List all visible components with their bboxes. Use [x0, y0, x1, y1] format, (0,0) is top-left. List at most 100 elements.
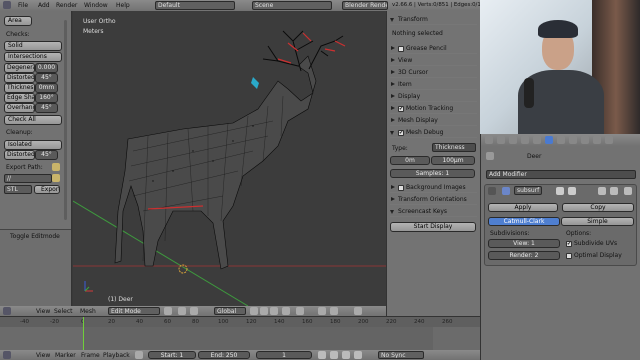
up-arrow-icon[interactable]	[598, 187, 606, 195]
browse-icon[interactable]	[52, 174, 60, 182]
data-tab-icon[interactable]	[557, 136, 565, 144]
face-select-icon[interactable]	[270, 307, 278, 315]
optimal-display-option[interactable]: Optimal Display	[566, 252, 622, 259]
subdivide-uvs-option[interactable]: ✔ Subdivide UVs	[566, 240, 617, 247]
panel-grease-pencil[interactable]: Grease Pencil	[390, 43, 477, 54]
screen-layout-select[interactable]: Default	[155, 1, 235, 10]
orientation-select[interactable]: Global	[214, 307, 246, 315]
timeline-menu-marker[interactable]: Marker	[55, 352, 76, 359]
panel-motion-tracking[interactable]: ✔ Motion Tracking	[390, 103, 477, 114]
jump-end-icon[interactable]	[354, 351, 362, 359]
render-levels-field[interactable]: Render: 2	[488, 251, 560, 260]
proportional-icon[interactable]	[296, 307, 304, 315]
menu-help[interactable]: Help	[116, 2, 130, 9]
thickness-value[interactable]: 0mm	[35, 83, 58, 93]
shading-icon[interactable]	[164, 307, 172, 315]
viewport-toggle-icon[interactable]	[568, 187, 576, 195]
render-preview-icon[interactable]	[354, 307, 362, 315]
record-icon[interactable]	[135, 351, 143, 359]
intersections-button[interactable]: Intersections	[4, 52, 62, 62]
overhang-value[interactable]: 45°	[35, 103, 58, 113]
render-tab-icon[interactable]	[485, 136, 493, 144]
view3d-editor-icon[interactable]	[3, 307, 11, 315]
panel-screencast-keys[interactable]: Screencast Keys	[390, 206, 477, 217]
check-all-button[interactable]: Check All	[4, 115, 62, 125]
distorted-cleanup-button[interactable]: Distorted	[4, 150, 35, 160]
edge-sharp-button[interactable]: Edge Sha	[4, 93, 35, 103]
menu-mesh[interactable]: Mesh	[80, 308, 96, 315]
timeline-menu-view[interactable]: View	[36, 352, 50, 359]
distorted-cleanup-value[interactable]: 45°	[35, 150, 58, 160]
jump-start-icon[interactable]	[318, 351, 326, 359]
editor-type-icon[interactable]	[3, 1, 11, 9]
view-levels-field[interactable]: View: 1	[488, 239, 560, 248]
apply-button[interactable]: Apply	[488, 203, 558, 212]
edge-sharp-value[interactable]: 160°	[35, 93, 58, 103]
timeline[interactable]: -40 -20 0 20 40 60 80 100 120 140 160 18…	[0, 316, 480, 351]
thickness-button[interactable]: Thicknes	[4, 83, 35, 93]
format-select[interactable]: STL	[4, 185, 32, 194]
panel-3d-cursor[interactable]: 3D Cursor	[390, 67, 477, 78]
current-frame-line[interactable]	[83, 317, 84, 351]
timeline-menu-frame[interactable]: Frame	[81, 352, 100, 359]
snap-icon[interactable]	[318, 307, 326, 315]
isolated-button[interactable]: Isolated	[4, 140, 62, 150]
world-tab-icon[interactable]	[509, 136, 517, 144]
particles-tab-icon[interactable]	[593, 136, 601, 144]
render-toggle-icon[interactable]	[556, 187, 564, 195]
background-images-checkbox[interactable]	[398, 184, 404, 191]
end-frame-field[interactable]: End: 250	[198, 351, 250, 359]
panel-mesh-display[interactable]: Mesh Display	[390, 115, 477, 126]
scene-select[interactable]: Scene	[252, 1, 332, 10]
menu-file[interactable]: File	[18, 2, 28, 9]
material-tab-icon[interactable]	[569, 136, 577, 144]
render-engine-select[interactable]: Blender Render	[342, 1, 388, 10]
simple-button[interactable]: Simple	[561, 217, 634, 226]
solid-button[interactable]: Solid	[4, 41, 62, 51]
export-path-field[interactable]: //	[4, 174, 52, 183]
menu-view[interactable]: View	[36, 308, 50, 315]
vertex-select-icon[interactable]	[250, 307, 258, 315]
samples-field[interactable]: Samples: 1	[390, 169, 475, 178]
motion-tracking-checkbox[interactable]: ✔	[398, 105, 404, 112]
menu-select[interactable]: Select	[54, 308, 73, 315]
scrollbar[interactable]	[64, 20, 67, 220]
overhang-button[interactable]: Overhang	[4, 103, 35, 113]
timeline-menu-playback[interactable]: Playback	[103, 352, 130, 359]
collapse-icon[interactable]	[488, 187, 496, 195]
current-frame-field[interactable]: 1	[256, 351, 312, 359]
menu-add[interactable]: Add	[38, 2, 50, 9]
area-button[interactable]: Area	[4, 16, 32, 26]
export-button[interactable]: Export	[34, 185, 60, 194]
snap-target-icon[interactable]	[330, 307, 338, 315]
start-frame-field[interactable]: Start: 1	[148, 351, 196, 359]
pin-icon[interactable]	[486, 152, 494, 160]
toggle-editmode-label[interactable]: Toggle Editmode	[10, 233, 60, 240]
degenerate-button[interactable]: Degenera	[4, 63, 35, 73]
timeline-editor-icon[interactable]	[3, 351, 11, 359]
manipulator-icon[interactable]	[190, 307, 198, 315]
panel-transform[interactable]: Transform	[390, 14, 477, 25]
start-display-button[interactable]: Start Display	[390, 222, 476, 232]
panel-item[interactable]: Item	[390, 79, 477, 90]
catmull-clark-button[interactable]: Catmull-Clark	[488, 217, 560, 226]
grease-pencil-checkbox[interactable]	[398, 45, 404, 52]
play-reverse-icon[interactable]	[330, 351, 338, 359]
distorted-button[interactable]: Distorted	[4, 73, 35, 83]
modifiers-tab-icon[interactable]	[545, 136, 553, 144]
texture-tab-icon[interactable]	[581, 136, 589, 144]
physics-tab-icon[interactable]	[605, 136, 613, 144]
subdivide-uvs-checkbox[interactable]: ✔	[566, 240, 572, 247]
degenerate-value[interactable]: 0.000	[35, 63, 58, 73]
panel-mesh-debug[interactable]: ✔ Mesh Debug	[390, 127, 477, 138]
type-select[interactable]: Thickness	[432, 143, 476, 152]
folder-icon[interactable]	[52, 163, 60, 171]
optimal-display-checkbox[interactable]	[566, 252, 572, 259]
down-arrow-icon[interactable]	[610, 187, 618, 195]
modifier-name-field[interactable]: subsurf	[514, 186, 542, 195]
min-value-field[interactable]: 0m	[390, 156, 430, 165]
panel-view[interactable]: View	[390, 55, 477, 66]
play-icon[interactable]	[342, 351, 350, 359]
panel-transform-orientations[interactable]: Transform Orientations	[390, 194, 477, 205]
menu-render[interactable]: Render	[56, 2, 77, 9]
